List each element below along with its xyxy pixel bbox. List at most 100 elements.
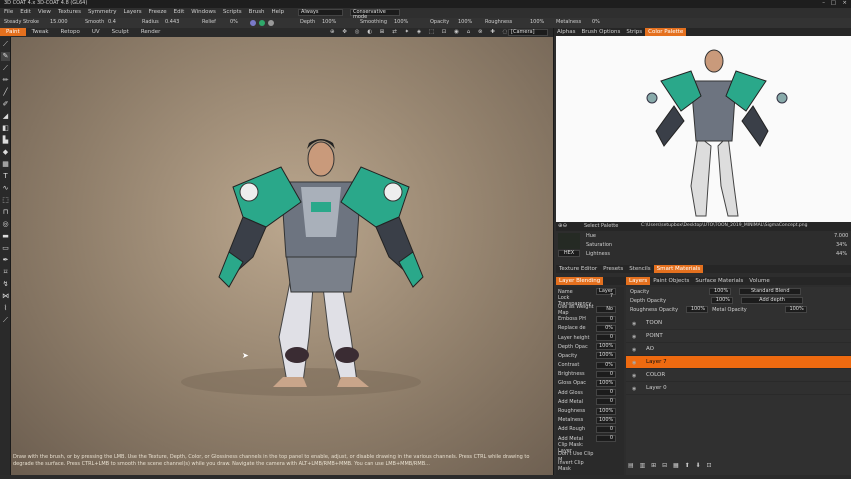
layer-prop-metalness-val[interactable]: 100% (596, 416, 616, 424)
lasso-tool-icon[interactable]: ↯ (1, 280, 10, 289)
metal-opacity-value[interactable]: 100% (784, 306, 807, 313)
mask-tool-icon[interactable]: ▭ (1, 244, 10, 253)
room-tab-render[interactable]: Render (135, 28, 167, 36)
layer-prop-use-weight-val[interactable]: No (596, 306, 616, 314)
room-tab-tweak[interactable]: Tweak (26, 28, 55, 36)
roughness-value[interactable]: 100% (530, 20, 544, 25)
room-tab-retopo[interactable]: Retopo (55, 28, 86, 36)
paint-tool-icon[interactable]: ✎ (1, 52, 10, 61)
depth-value[interactable]: 100% (322, 20, 336, 25)
tab-strips[interactable]: Strips (623, 28, 645, 36)
fill-tool-icon[interactable]: ◧ (1, 124, 10, 133)
camera-dropdown[interactable]: [Camera] (508, 29, 548, 36)
menu-item-windows[interactable]: Windows (191, 9, 216, 16)
tab-paint-objects[interactable]: Paint Objects (650, 277, 692, 285)
tab-brush-options[interactable]: Brush Options (579, 28, 624, 36)
eye-icon[interactable]: ◉ (632, 360, 638, 366)
color-preview[interactable] (558, 233, 580, 249)
clone-tool-icon[interactable]: ◎ (1, 220, 10, 229)
tab-smart-materials[interactable]: Smart Materials (653, 265, 704, 273)
layer-prop-add-metal2-val[interactable]: 0 (596, 435, 616, 443)
eye-icon[interactable]: ◉ (632, 321, 638, 327)
hex-button[interactable]: HEX (558, 250, 580, 257)
reference-path[interactable]: C:\Users\setupbox\Desktop\UTO\TOON_2019_… (641, 223, 807, 229)
maximize-icon[interactable]: □ (831, 0, 836, 7)
menu-item-view[interactable]: View (38, 9, 51, 16)
select-tool-icon[interactable]: ⌑ (1, 268, 10, 277)
layer-prop-opacity-val[interactable]: 100% (596, 352, 616, 360)
layer-prop-add-rough-val[interactable]: 0 (596, 425, 616, 433)
menu-item-layers[interactable]: Layers (123, 9, 141, 16)
layer-row[interactable]: ◉ Layer 0 (626, 382, 851, 395)
menu-item-symmetry[interactable]: Symmetry (88, 9, 117, 16)
blur-tool-icon[interactable]: ◆ (1, 148, 10, 157)
transform-tool-icon[interactable]: ⬚ (1, 196, 10, 205)
hue-value[interactable]: 7.000 (834, 234, 848, 239)
metalness-value[interactable]: 0% (592, 20, 600, 25)
layer-prop-contrast-val[interactable]: 0% (596, 361, 616, 369)
lightness-value[interactable]: 44% (836, 252, 847, 257)
radius-value[interactable]: 0.443 (165, 20, 179, 25)
layer-row[interactable]: ◉ POINT (626, 330, 851, 343)
menu-item-edit[interactable]: Edit (174, 9, 185, 16)
smudge-tool-icon[interactable]: ✐ (1, 100, 10, 109)
pencil-tool-icon[interactable]: ✏ (1, 76, 10, 85)
room-tab-uv[interactable]: UV (86, 28, 106, 36)
text-tool-icon[interactable]: T (1, 172, 10, 181)
grid-tool-icon[interactable]: ▦ (1, 160, 10, 169)
tab-stencils[interactable]: Stencils (626, 265, 653, 273)
roughness-opacity-value[interactable]: 100% (686, 306, 709, 313)
layer-prop-replace-val[interactable]: 0% (596, 324, 616, 332)
tab-texture-editor[interactable]: Texture Editor (556, 265, 600, 273)
tab-surface-materials[interactable]: Surface Materials (692, 277, 746, 285)
close-icon[interactable]: × (842, 0, 847, 7)
layer-prop-add-metal-val[interactable]: 0 (596, 398, 616, 406)
layer-prop-roughness-val[interactable]: 100% (596, 407, 616, 415)
tab-alphas[interactable]: Alphas (554, 28, 579, 36)
sphere-icon[interactable] (250, 20, 256, 26)
viewport-tool-icons[interactable]: ⊕ ✥ ◎ ◐ ⊞ ⇄ ✦ ◈ ⬚ ⊡ ◉ ⌂ ⊗ ✚ ◌ (330, 29, 510, 36)
add-depth-dropdown[interactable]: Add depth (741, 297, 804, 304)
layer-prop-layer-height-val[interactable]: 0 (596, 334, 616, 342)
depth-opacity-value[interactable]: 100% (711, 297, 734, 304)
steady-value[interactable]: 15.000 (50, 20, 68, 25)
tab-volume[interactable]: Volume (746, 277, 772, 285)
eye-icon[interactable]: ◉ (632, 373, 638, 379)
menu-item-help[interactable]: Help (272, 9, 285, 16)
layer-tool-icon[interactable]: ⊓ (1, 208, 10, 217)
conservative-dropdown[interactable]: Conservative mode (350, 9, 400, 20)
saturation-value[interactable]: 34% (836, 243, 847, 248)
menu-item-scripts[interactable]: Scripts (223, 9, 242, 16)
layer-row[interactable]: ◉ TOON (626, 317, 851, 330)
curve-tool-icon[interactable]: ∿ (1, 184, 10, 193)
airbrush-tool-icon[interactable]: ⟋ (1, 64, 10, 73)
eye-icon[interactable]: ◉ (632, 386, 638, 392)
layer-prop-emboss-val[interactable]: 0 (596, 315, 616, 323)
tab-layer-blending[interactable]: Layer Blending (556, 277, 604, 285)
gloss-icon[interactable] (268, 20, 274, 26)
layer-prop-brightness-val[interactable]: 0 (596, 370, 616, 378)
eye-icon[interactable]: ◉ (632, 347, 638, 353)
3d-viewport[interactable]: ➤ (11, 37, 553, 475)
smooth-value[interactable]: 0.4 (108, 20, 116, 25)
blend-mode-dropdown[interactable]: Standard Blend (739, 288, 802, 295)
tab-color-palette[interactable]: Color Palette (645, 28, 687, 36)
color-swatch-icon[interactable] (259, 20, 265, 26)
minimize-icon[interactable]: – (822, 0, 825, 7)
stamp-tool-icon[interactable]: ▙ (1, 136, 10, 145)
reference-image-view[interactable] (556, 36, 851, 222)
tab-presets[interactable]: Presets (600, 265, 626, 273)
layer-opacity-value[interactable]: 100% (709, 288, 732, 295)
relief-value[interactable]: 0% (230, 20, 238, 25)
opacity-value[interactable]: 100% (458, 20, 472, 25)
menu-item-file[interactable]: File (4, 9, 13, 16)
layer-actions-icons[interactable]: ▤ ▥ ⊞ ⊟ ▦ ⬆ ⬇ ⊡ (628, 463, 714, 469)
room-tab-sculpt[interactable]: Sculpt (106, 28, 135, 36)
layer-prop-gloss-opacity-val[interactable]: 100% (596, 379, 616, 387)
eye-icon[interactable]: ◉ (632, 334, 638, 340)
layer-prop-name-val[interactable]: Layer 7 (596, 288, 616, 299)
layer-row[interactable]: ◉ AO (626, 343, 851, 356)
select-palette-button[interactable]: Select Palette (584, 224, 618, 229)
erase-tool-icon[interactable]: ◢ (1, 112, 10, 121)
measure-tool-icon[interactable]: ⟋ (1, 316, 10, 325)
